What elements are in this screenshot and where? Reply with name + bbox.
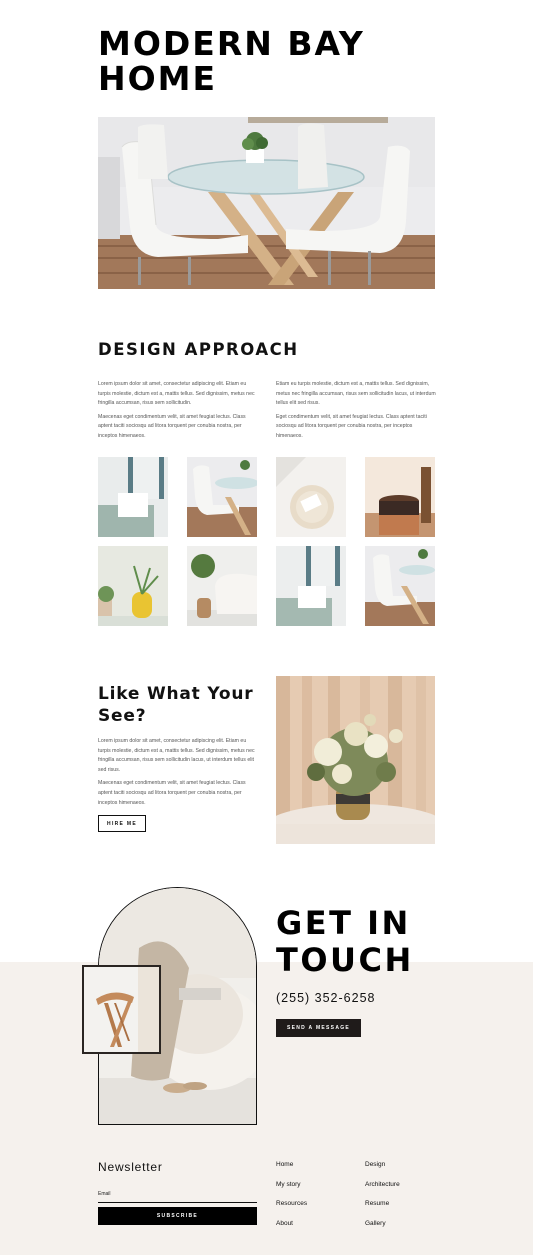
- footer-background: [0, 962, 533, 1255]
- gallery-image[interactable]: [187, 457, 257, 537]
- footer-links-col-1: Home My story Resources About: [276, 1161, 307, 1239]
- like-paragraph: Maecenas eget condimentum velit, sit ame…: [98, 780, 246, 806]
- newsletter-title: Newsletter: [98, 1160, 163, 1174]
- footer-link-about[interactable]: About: [276, 1220, 307, 1240]
- design-text-col-1: Lorem ipsum dolor sit amet, consectetur …: [98, 380, 258, 442]
- design-paragraph: Etiam eu turpis molestie, dictum est a, …: [276, 381, 436, 407]
- footer-link-resources[interactable]: Resources: [276, 1200, 307, 1220]
- email-label: Email: [98, 1191, 111, 1197]
- page-title: MODERN BAY HOME: [98, 24, 365, 98]
- footer-link-design[interactable]: Design: [365, 1161, 400, 1181]
- gallery-image[interactable]: [365, 546, 435, 626]
- phone-number[interactable]: (255) 352-6258: [276, 991, 375, 1005]
- design-text-col-2: Etiam eu turpis molestie, dictum est a, …: [276, 380, 436, 442]
- like-heading: Like What Your See?: [98, 684, 254, 726]
- design-approach-heading: DESIGN APPROACH: [98, 340, 299, 359]
- footer-links-col-2: Design Architecture Resume Gallery: [365, 1161, 400, 1239]
- footer-link-resume[interactable]: Resume: [365, 1200, 400, 1220]
- email-field[interactable]: [98, 1199, 257, 1203]
- design-paragraph: Lorem ipsum dolor sit amet, consectetur …: [98, 381, 255, 407]
- send-message-button[interactable]: SEND A MESSAGE: [276, 1019, 361, 1037]
- get-in-touch-heading: GET IN TOUCH: [276, 904, 414, 979]
- gallery-image[interactable]: [365, 457, 435, 537]
- design-paragraph: Eget condimentum velit, sit amet feugiat…: [276, 413, 427, 439]
- hire-me-button[interactable]: HIRE ME: [98, 815, 146, 832]
- gallery-image[interactable]: [276, 546, 346, 626]
- hero-image: [98, 117, 435, 289]
- footer-link-architecture[interactable]: Architecture: [365, 1181, 400, 1201]
- gallery-image[interactable]: [98, 546, 168, 626]
- footer-link-my-story[interactable]: My story: [276, 1181, 307, 1201]
- footer-link-home[interactable]: Home: [276, 1161, 307, 1181]
- gallery-image[interactable]: [98, 457, 168, 537]
- gallery-image[interactable]: [187, 546, 257, 626]
- like-text: Lorem ipsum dolor sit amet, consectetur …: [98, 737, 258, 808]
- gallery-image[interactable]: [276, 457, 346, 537]
- footer-link-gallery[interactable]: Gallery: [365, 1220, 400, 1240]
- wooden-stool-image: [82, 965, 161, 1054]
- subscribe-button[interactable]: SUBSCRIBE: [98, 1207, 257, 1225]
- design-paragraph: Maecenas eget condimentum velit, sit ame…: [98, 413, 246, 439]
- flower-vase-image: [276, 676, 435, 844]
- like-paragraph: Lorem ipsum dolor sit amet, consectetur …: [98, 738, 255, 773]
